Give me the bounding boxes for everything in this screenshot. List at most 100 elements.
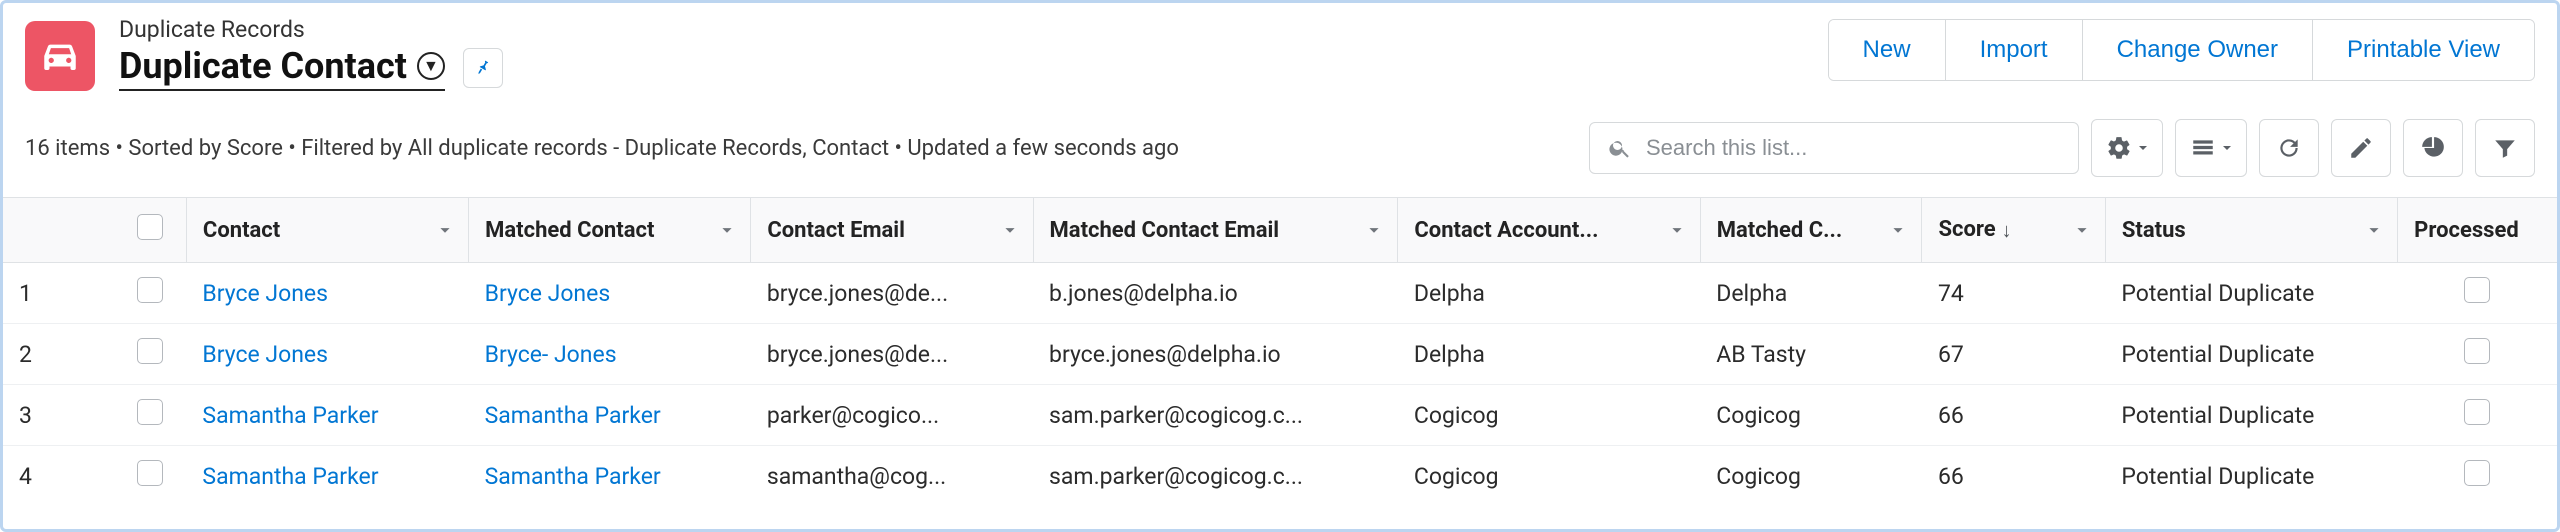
import-button[interactable]: Import [1946,20,2083,80]
cell-matched-account: AB Tasty [1700,324,1922,385]
cell-score: 74 [1922,263,2105,324]
row-checkbox[interactable] [137,399,163,425]
search-box[interactable] [1589,122,2079,174]
col-processed[interactable]: Processed [2398,198,2557,263]
refresh-button[interactable] [2259,119,2319,177]
cell-matched-contact: Bryce Jones [469,263,751,324]
search-icon [1608,136,1632,160]
col-matched-contact[interactable]: Matched Contact [469,198,751,263]
cell-contact-email: parker@cogico... [751,385,1033,446]
col-status[interactable]: Status [2105,198,2397,263]
row-select-cell [114,324,187,385]
matched-contact-link[interactable]: Bryce Jones [485,280,611,307]
col-contact-email[interactable]: Contact Email [751,198,1033,263]
cell-contact: Samantha Parker [186,446,468,507]
display-button[interactable] [2175,119,2247,177]
filter-icon [2492,135,2518,161]
cell-contact-account: Cogicog [1398,446,1700,507]
cell-status: Potential Duplicate [2105,385,2397,446]
cell-processed [2398,446,2557,507]
cell-matched-account: Cogicog [1700,385,1922,446]
contact-link[interactable]: Bryce Jones [202,341,328,368]
contact-link[interactable]: Bryce Jones [202,280,328,307]
col-matched-account[interactable]: Matched C... [1700,198,1922,263]
processed-checkbox[interactable] [2464,460,2490,486]
pie-chart-icon [2420,135,2446,161]
cell-score: 66 [1922,446,2105,507]
cell-status: Potential Duplicate [2105,324,2397,385]
sort-desc-icon: ↓ [2002,218,2012,243]
cell-processed [2398,263,2557,324]
list-tools [1589,119,2535,177]
breadcrumb: Duplicate Records [119,16,503,43]
chevron-down-icon [2363,219,2385,241]
cell-matched-account: Cogicog [1700,446,1922,507]
change-owner-button[interactable]: Change Owner [2083,20,2313,80]
pencil-icon [2348,135,2374,161]
chevron-down-icon [1666,219,1688,241]
row-checkbox[interactable] [137,277,163,303]
row-checkbox[interactable] [137,338,163,364]
cell-status: Potential Duplicate [2105,263,2397,324]
matched-contact-link[interactable]: Bryce- Jones [485,341,617,368]
cell-contact-email: bryce.jones@de... [751,324,1033,385]
chevron-down-icon [434,219,456,241]
cell-score: 66 [1922,385,2105,446]
table-row: 4Samantha ParkerSamantha Parkersamantha@… [3,446,2557,507]
cell-matched-account: Delpha [1700,263,1922,324]
contact-link[interactable]: Samantha Parker [202,463,378,490]
cell-matched-email: sam.parker@cogicog.c... [1033,446,1398,507]
contact-link[interactable]: Samantha Parker [202,402,378,429]
row-checkbox[interactable] [137,460,163,486]
caret-down-icon [2222,143,2232,153]
edit-button[interactable] [2331,119,2391,177]
caret-down-icon [2138,143,2148,153]
cell-contact: Samantha Parker [186,385,468,446]
pin-button[interactable] [463,48,503,88]
table-row: 2 Bryce Jones Bryce- Jones bryce.jones@de..… [3,324,2557,385]
processed-checkbox[interactable] [2464,277,2490,303]
new-button[interactable]: New [1829,20,1946,80]
processed-checkbox[interactable] [2464,338,2490,364]
matched-contact-link[interactable]: Samantha Parker [485,463,661,490]
row-number: 2 [3,324,114,385]
gear-icon [2106,135,2132,161]
table-row: 3Samantha ParkerSamantha Parkerparker@co… [3,385,2557,446]
chevron-down-icon [1363,219,1385,241]
cell-matched-contact: Samantha Parker [469,446,751,507]
object-icon [25,21,95,91]
printable-view-button[interactable]: Printable View [2313,20,2534,80]
row-number: 1 [3,263,114,324]
settings-button[interactable] [2091,119,2163,177]
cell-matched-contact: Samantha Parker [469,385,751,446]
chevron-down-icon [1887,219,1909,241]
cell-matched-email: sam.parker@cogicog.c... [1033,385,1398,446]
row-number: 4 [3,446,114,507]
chevron-down-icon [999,219,1021,241]
cell-contact-email: bryce.jones@de... [751,263,1033,324]
processed-checkbox[interactable] [2464,399,2490,425]
refresh-icon [2276,135,2302,161]
filter-button[interactable] [2475,119,2535,177]
col-select-all[interactable] [114,198,187,263]
matched-contact-link[interactable]: Samantha Parker [485,402,661,429]
pin-icon [473,58,493,78]
select-all-checkbox[interactable] [137,214,163,240]
cell-status: Potential Duplicate [2105,446,2397,507]
search-input[interactable] [1646,135,2060,161]
row-select-cell [114,263,187,324]
cell-contact-account: Delpha [1398,324,1700,385]
col-matched-email[interactable]: Matched Contact Email [1033,198,1398,263]
chevron-down-icon [716,219,738,241]
col-contact-account[interactable]: Contact Account... [1398,198,1700,263]
cell-contact-account: Cogicog [1398,385,1700,446]
chart-button[interactable] [2403,119,2463,177]
duplicate-records-table: Contact Matched Contact Contact Email Ma… [3,197,2557,506]
cell-contact: Bryce Jones [186,324,468,385]
list-view-title[interactable]: Duplicate Contact ▼ [119,45,445,91]
cell-matched-contact: Bryce- Jones [469,324,751,385]
cell-contact: Bryce Jones [186,263,468,324]
col-contact[interactable]: Contact [186,198,468,263]
list-subheader: 16 items • Sorted by Score • Filtered by… [25,136,1179,161]
col-score[interactable]: Score↓ [1922,198,2105,263]
